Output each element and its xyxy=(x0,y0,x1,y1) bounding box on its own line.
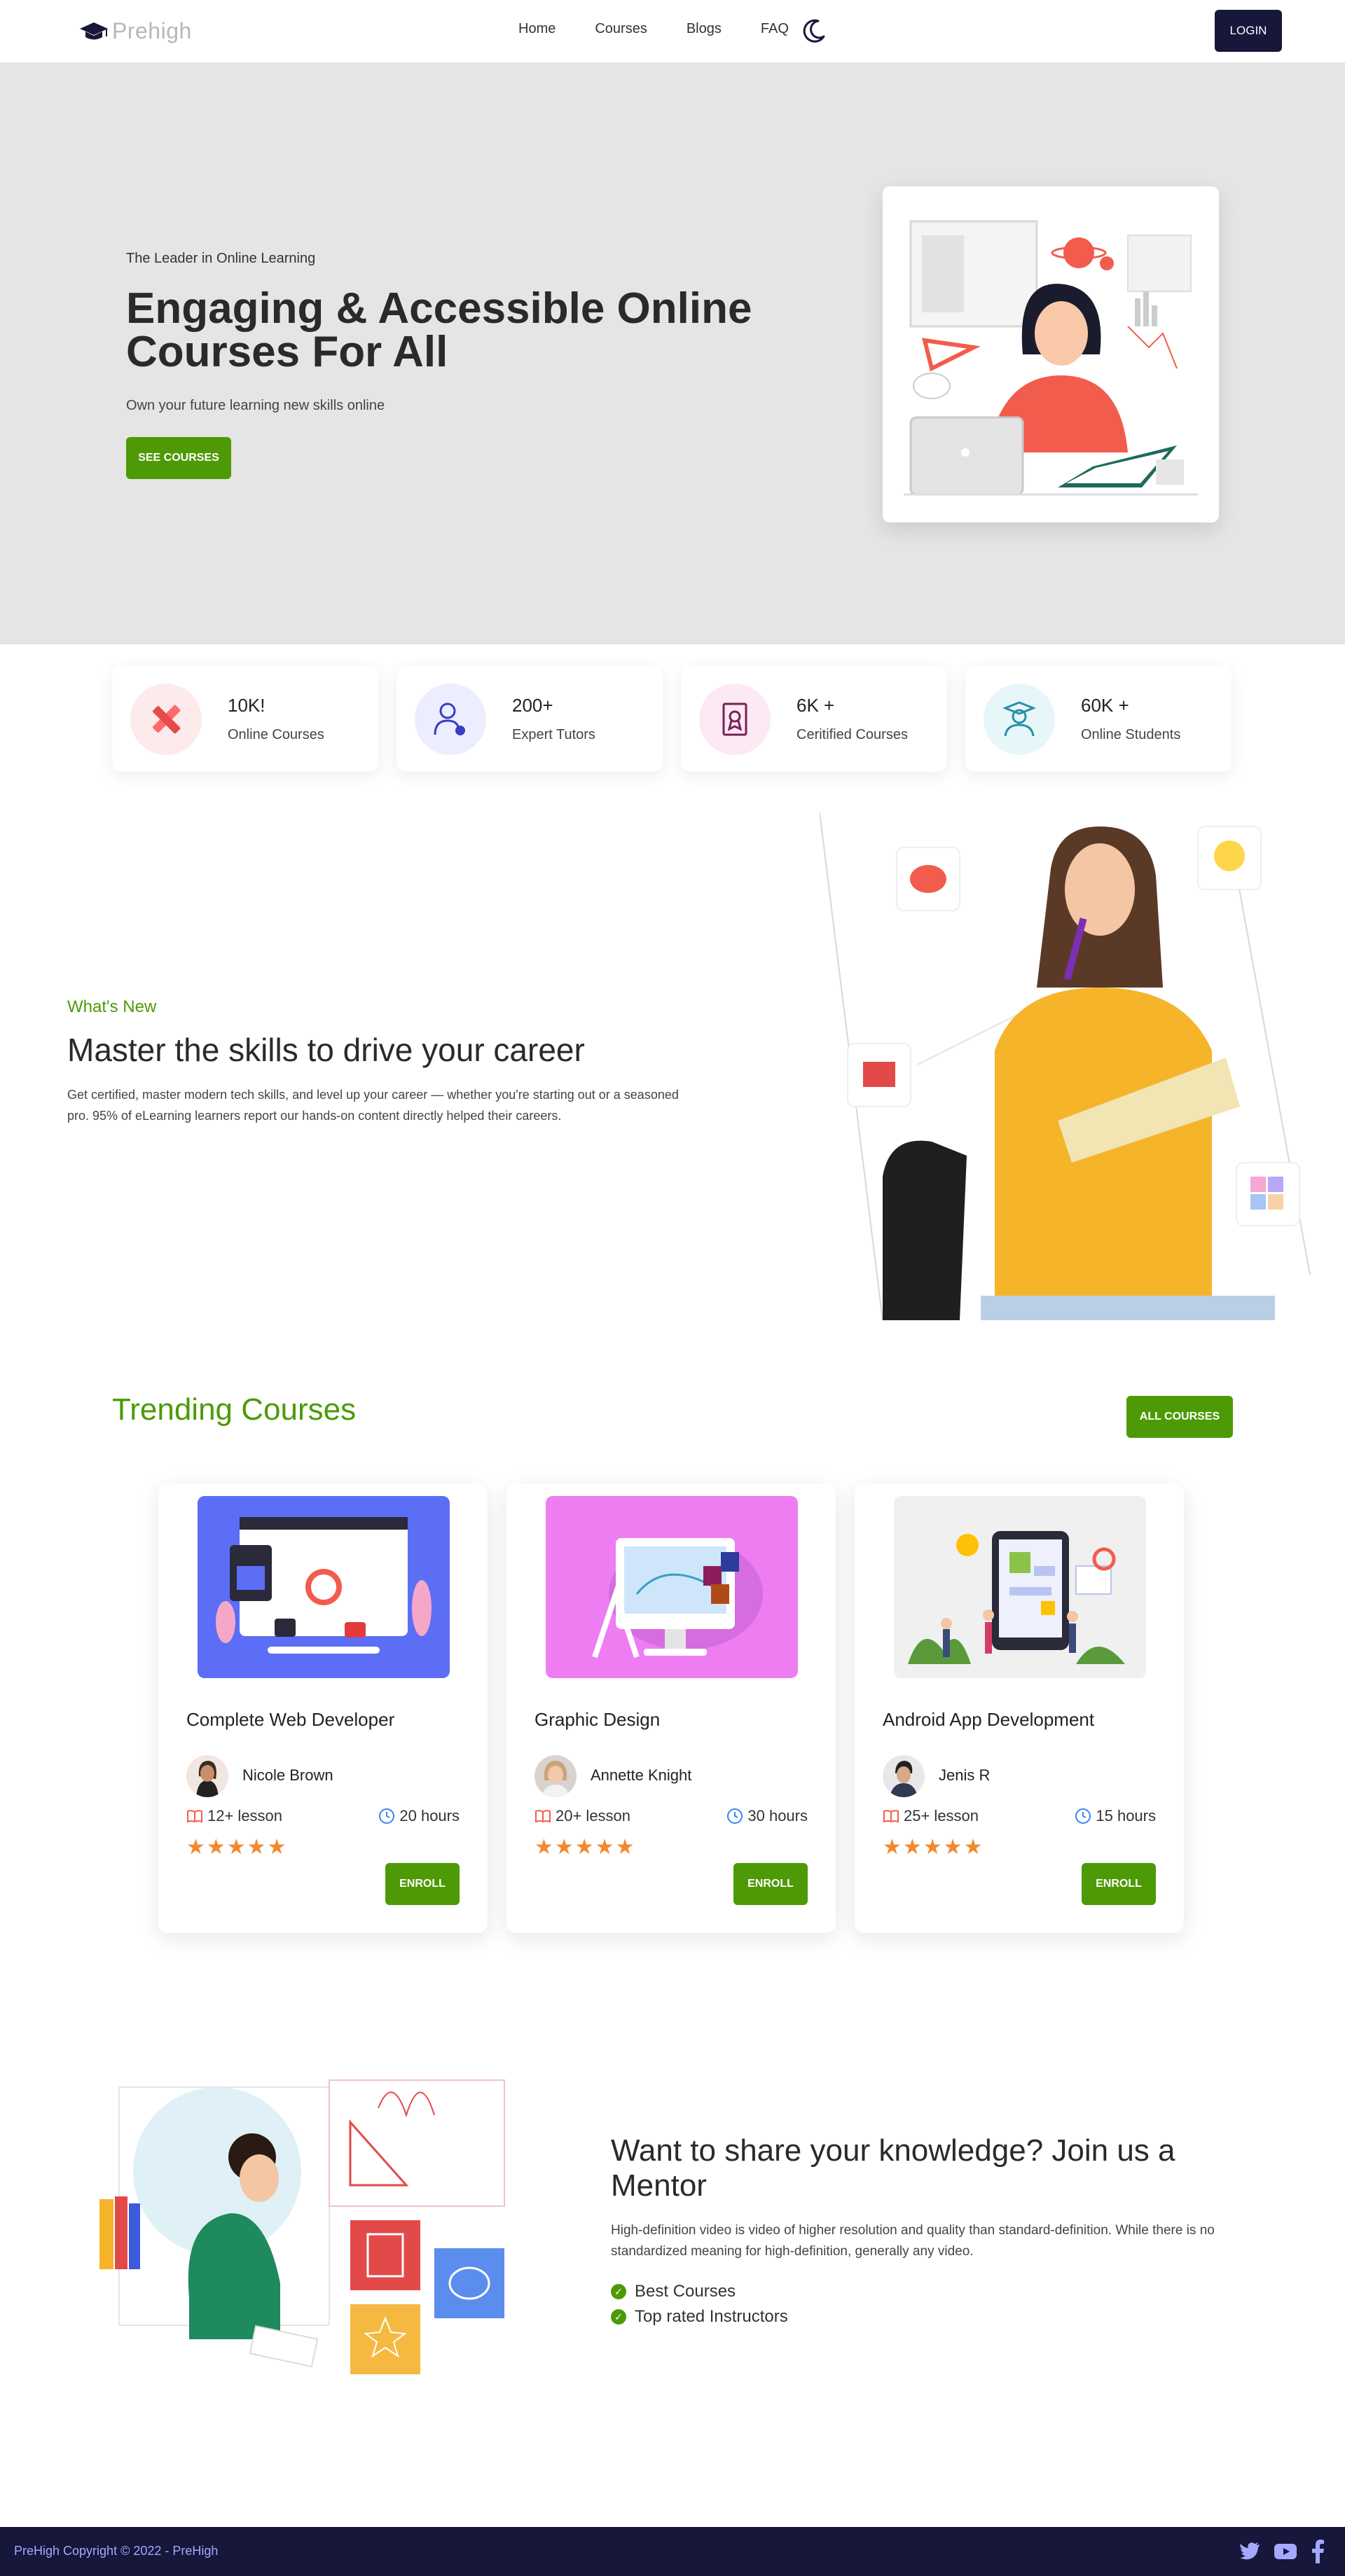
hours-count: 20 hours xyxy=(399,1807,460,1824)
graduation-cap-icon xyxy=(80,22,108,39)
trending-title: Trending Courses xyxy=(112,1392,357,1427)
mentor-benefits-list: ✓ Best Courses ✓ Top rated Instructors xyxy=(611,2279,788,2329)
whats-new-title: Master the skills to drive your career xyxy=(67,1032,585,1068)
course-title[interactable]: Complete Web Developer xyxy=(186,1709,394,1731)
course-card[interactable]: Graphic Design Annette Knight 20+ lesson… xyxy=(506,1483,836,1933)
stat-label: Online Courses xyxy=(228,727,324,742)
hero-subtitle: Own your future learning new skills onli… xyxy=(126,398,385,413)
course-image xyxy=(198,1496,450,1678)
course-lessons: 12+ lesson xyxy=(186,1807,282,1825)
stat-label: Ceritified Courses xyxy=(796,727,908,742)
course-card[interactable]: Android App Development Jenis R 25+ less… xyxy=(855,1483,1184,1933)
clock-icon xyxy=(1075,1808,1091,1824)
footer-copyright: PreHigh Copyright © 2022 - PreHigh xyxy=(14,2544,219,2558)
book-icon xyxy=(187,1810,202,1823)
star-rating: ★★★★★ xyxy=(534,1836,636,1859)
course-lessons: 25+ lesson xyxy=(883,1807,979,1825)
certificate-icon xyxy=(699,684,771,755)
see-courses-button[interactable]: SEE COURSES xyxy=(126,437,231,479)
stat-card-certified: 6K + Ceritified Courses xyxy=(681,665,947,772)
stat-value: 200+ xyxy=(512,695,553,716)
enroll-button[interactable]: ENROLL xyxy=(733,1863,808,1905)
avatar xyxy=(883,1755,925,1797)
list-item: ✓ Best Courses xyxy=(611,2279,788,2304)
enroll-button[interactable]: ENROLL xyxy=(385,1863,460,1905)
hero-title: Engaging & Accessible Online Courses For… xyxy=(126,284,752,376)
stat-label: Expert Tutors xyxy=(512,727,595,742)
star-rating: ★★★★★ xyxy=(883,1836,984,1859)
stat-value: 6K + xyxy=(796,695,835,716)
avatar xyxy=(534,1755,577,1797)
course-hours: 15 hours xyxy=(1075,1807,1156,1825)
brand-name: Prehigh xyxy=(112,18,192,43)
stat-label: Online Students xyxy=(1081,727,1181,742)
course-card[interactable]: Complete Web Developer Nicole Brown 12+ … xyxy=(158,1483,488,1933)
list-item: ✓ Top rated Instructors xyxy=(611,2304,788,2329)
mentor-illustration xyxy=(91,2073,525,2381)
hero-eyebrow: The Leader in Online Learning xyxy=(126,251,316,266)
stat-card-students: 60K + Online Students xyxy=(965,665,1232,772)
brand-logo[interactable]: Prehigh xyxy=(78,18,192,44)
nav-links: Home Courses Blogs FAQ xyxy=(518,21,828,37)
student-icon xyxy=(984,684,1055,755)
check-circle-icon: ✓ xyxy=(611,2284,626,2299)
pencil-ruler-icon xyxy=(130,684,202,755)
student-thinking-illustration xyxy=(819,812,1324,1321)
course-lessons: 20+ lesson xyxy=(534,1807,630,1825)
avatar xyxy=(186,1755,228,1797)
footer: PreHigh Copyright © 2022 - PreHigh xyxy=(0,2527,1345,2576)
lesson-count: 20+ lesson xyxy=(556,1807,631,1824)
nav-faq[interactable]: FAQ xyxy=(761,21,789,37)
tutor-icon xyxy=(415,684,486,755)
hours-count: 15 hours xyxy=(1096,1807,1156,1824)
hero-section: The Leader in Online Learning Engaging &… xyxy=(0,63,1345,644)
clock-icon xyxy=(727,1808,743,1824)
whats-new-text: Get certified, master modern tech skills… xyxy=(67,1088,679,1123)
course-hours: 30 hours xyxy=(726,1807,808,1825)
youtube-icon[interactable] xyxy=(1274,2540,1297,2562)
course-image xyxy=(546,1496,798,1678)
star-rating: ★★★★★ xyxy=(186,1836,288,1859)
course-author: Jenis R xyxy=(939,1766,991,1784)
login-button[interactable]: LOGIN xyxy=(1215,10,1282,52)
stat-card-tutors: 200+ Expert Tutors xyxy=(396,665,663,772)
lesson-count: 25+ lesson xyxy=(904,1807,979,1824)
twitter-icon[interactable] xyxy=(1239,2540,1261,2562)
course-hours: 20 hours xyxy=(378,1807,460,1825)
course-author: Nicole Brown xyxy=(242,1766,333,1784)
navbar: Prehigh Home Courses Blogs FAQ LOGIN xyxy=(0,0,1345,63)
stat-card-courses: 10K! Online Courses xyxy=(112,665,378,772)
lesson-count: 12+ lesson xyxy=(207,1807,283,1824)
book-icon xyxy=(535,1810,551,1823)
stat-value: 10K! xyxy=(228,695,265,716)
facebook-icon[interactable] xyxy=(1310,2540,1325,2563)
hero-illustration xyxy=(883,186,1219,522)
mentor-text: High-definition video is video of higher… xyxy=(611,2223,1215,2259)
all-courses-button[interactable]: ALL COURSES xyxy=(1126,1396,1233,1438)
hours-count: 30 hours xyxy=(747,1807,808,1824)
nav-blogs[interactable]: Blogs xyxy=(687,21,722,37)
book-icon xyxy=(883,1810,899,1823)
check-circle-icon: ✓ xyxy=(611,2309,626,2325)
course-author: Annette Knight xyxy=(591,1766,692,1784)
benefit-label: Best Courses xyxy=(635,2282,736,2301)
nav-courses[interactable]: Courses xyxy=(595,21,647,37)
course-title[interactable]: Graphic Design xyxy=(534,1709,660,1731)
moon-icon[interactable] xyxy=(800,17,828,45)
stat-value: 60K + xyxy=(1081,695,1129,716)
course-title[interactable]: Android App Development xyxy=(883,1709,1094,1731)
whats-new-eyebrow: What's New xyxy=(67,997,157,1016)
mentor-title: Want to share your knowledge? Join us a … xyxy=(611,2133,1175,2203)
benefit-label: Top rated Instructors xyxy=(635,2307,788,2326)
nav-home[interactable]: Home xyxy=(518,21,556,37)
course-image xyxy=(894,1496,1146,1678)
enroll-button[interactable]: ENROLL xyxy=(1082,1863,1156,1905)
clock-icon xyxy=(379,1808,395,1824)
